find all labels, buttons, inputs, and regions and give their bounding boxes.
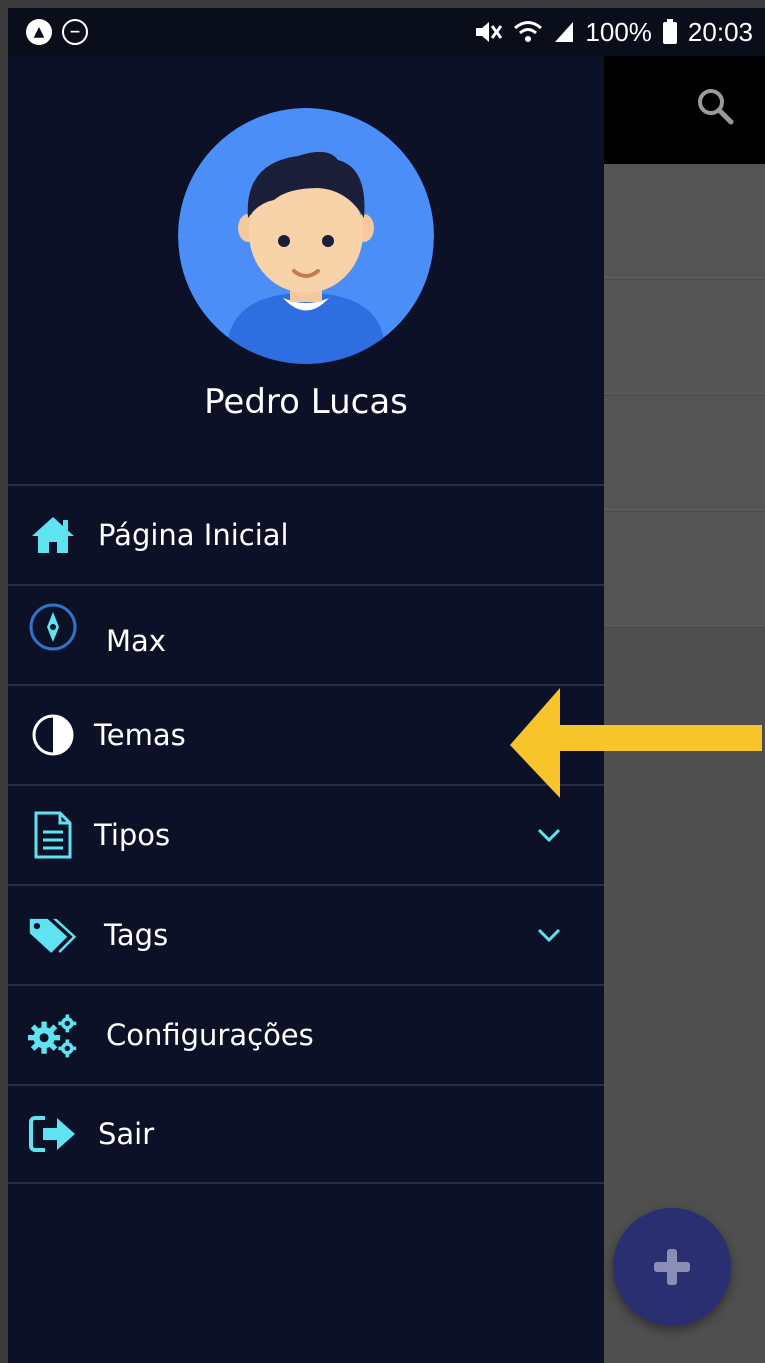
list-item[interactable] <box>604 280 765 394</box>
search-icon[interactable] <box>695 86 735 126</box>
menu-item-label: Sair <box>98 1117 155 1151</box>
add-fab-button[interactable] <box>613 1208 731 1326</box>
list-item[interactable] <box>604 164 765 278</box>
mute-icon <box>476 22 503 42</box>
user-name: Pedro Lucas <box>204 382 408 422</box>
home-icon <box>28 510 78 560</box>
avatar[interactable] <box>178 108 434 364</box>
wifi-icon <box>514 21 543 42</box>
menu-item-label: Configurações <box>106 1018 314 1052</box>
status-bar: ▲ − 100% 20:03 <box>8 8 765 56</box>
battery-percentage: 100% <box>585 16 652 47</box>
do-not-disturb-icon: − <box>62 19 88 45</box>
gears-icon <box>28 1010 78 1060</box>
tags-icon <box>28 910 78 960</box>
compass-icon <box>28 602 78 652</box>
list-item[interactable] <box>604 396 765 510</box>
drawer-header: Pedro Lucas <box>8 56 604 484</box>
menu-item-label: Tags <box>104 918 169 952</box>
document-icon <box>28 810 78 860</box>
menu-item-label: Tipos <box>94 818 171 852</box>
logout-icon <box>28 1109 78 1159</box>
notification-icon: ▲ <box>26 19 52 45</box>
clock: 20:03 <box>687 16 753 47</box>
drawer-menu: Página Inicial Max Temas Tipos Tags Conf… <box>8 484 604 1184</box>
annotation-arrow-icon <box>510 688 762 798</box>
list-item[interactable] <box>604 512 765 626</box>
menu-item-logout[interactable]: Sair <box>8 1084 604 1184</box>
menu-item-home[interactable]: Página Inicial <box>8 484 604 584</box>
battery-icon <box>662 19 677 44</box>
menu-item-label: Max <box>106 624 166 658</box>
menu-item-tags[interactable]: Tags <box>8 884 604 984</box>
menu-item-settings[interactable]: Configurações <box>8 984 604 1084</box>
menu-item-max[interactable]: Max <box>8 584 604 684</box>
menu-item-label: Temas <box>94 718 186 752</box>
signal-icon <box>555 22 574 42</box>
chevron-down-icon[interactable] <box>534 820 564 850</box>
phone-screen: ▲ − 100% 20:03 Pedro Lucas Página Inicia… <box>8 8 765 1363</box>
menu-item-label: Página Inicial <box>98 518 289 552</box>
contrast-icon <box>28 710 78 760</box>
plus-icon <box>654 1249 690 1285</box>
chevron-down-icon[interactable] <box>534 920 564 950</box>
